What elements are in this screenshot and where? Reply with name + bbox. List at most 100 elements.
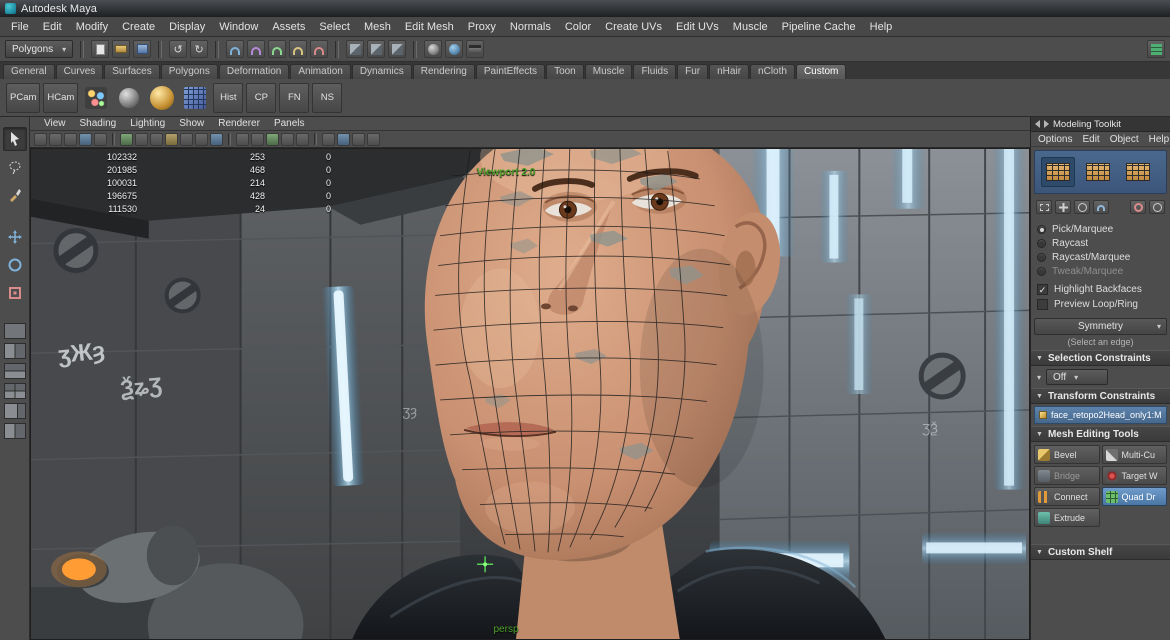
- lasso-select-icon[interactable]: [1074, 200, 1090, 214]
- shelf-tab-rendering[interactable]: Rendering: [413, 64, 475, 79]
- menu-display[interactable]: Display: [162, 19, 212, 35]
- snap-plane-icon[interactable]: [289, 40, 307, 58]
- snap-to-grid-icon[interactable]: [34, 133, 47, 146]
- rotate-tool-icon[interactable]: [3, 253, 27, 277]
- snap-curve-icon[interactable]: [247, 40, 265, 58]
- active-mesh-field[interactable]: face_retopo2Head_only1:M: [1034, 406, 1167, 424]
- shelf-tab-polygons[interactable]: Polygons: [161, 64, 218, 79]
- shelf-tab-painteffects[interactable]: PaintEffects: [476, 64, 545, 79]
- symmetry-dropdown[interactable]: Symmetry ▾: [1034, 318, 1167, 335]
- snap-to-points-icon[interactable]: [64, 133, 77, 146]
- layout-single-pane-icon[interactable]: [4, 323, 26, 339]
- lasso-tool-icon[interactable]: [3, 155, 27, 179]
- shelf-tab-deformation[interactable]: Deformation: [219, 64, 289, 79]
- dock-right-icon[interactable]: [1044, 120, 1049, 128]
- menu-assets[interactable]: Assets: [265, 19, 312, 35]
- target-weld-mode-icon[interactable]: [1130, 200, 1146, 214]
- shelf-button-fn[interactable]: FN: [279, 83, 309, 113]
- redo-icon[interactable]: ↻: [190, 40, 208, 58]
- quad-draw-button[interactable]: Quad Dr: [1102, 487, 1168, 506]
- isolate-select-icon[interactable]: [236, 133, 249, 146]
- connect-button[interactable]: Connect: [1034, 487, 1100, 506]
- xray-icon[interactable]: [251, 133, 264, 146]
- new-scene-icon[interactable]: [91, 40, 109, 58]
- menu-help[interactable]: Help: [863, 19, 900, 35]
- layout-split-pane-icon[interactable]: [4, 403, 26, 419]
- shelf-button-cp[interactable]: CP: [246, 83, 276, 113]
- menu-mesh[interactable]: Mesh: [357, 19, 398, 35]
- shelf-tab-surfaces[interactable]: Surfaces: [104, 64, 159, 79]
- shelf-button-ns[interactable]: NS: [312, 83, 342, 113]
- menu-modify[interactable]: Modify: [69, 19, 115, 35]
- render-icon[interactable]: [424, 40, 442, 58]
- section-selection-constraints[interactable]: ▼ Selection Constraints: [1031, 350, 1170, 366]
- checkbox-preview-loop-ring[interactable]: Preview Loop/Ring: [1037, 297, 1164, 312]
- sidebar-toggle-icon[interactable]: [1147, 40, 1165, 58]
- section-transform-constraints[interactable]: ▼ Transform Constraints: [1031, 388, 1170, 404]
- shelf-tab-animation[interactable]: Animation: [290, 64, 350, 79]
- menu-normals[interactable]: Normals: [503, 19, 558, 35]
- selection-constraint-select[interactable]: Off ▾: [1046, 369, 1108, 385]
- layout-four-pane-icon[interactable]: [4, 383, 26, 399]
- marquee-select-icon[interactable]: [1036, 200, 1052, 214]
- section-mesh-editing-tools[interactable]: ▼ Mesh Editing Tools: [1031, 426, 1170, 442]
- shelf-tab-curves[interactable]: Curves: [56, 64, 104, 79]
- menu-pipeline-cache[interactable]: Pipeline Cache: [775, 19, 863, 35]
- bridge-button[interactable]: Bridge: [1034, 466, 1100, 485]
- radio-raycast[interactable]: Raycast: [1037, 236, 1164, 250]
- shelf-tab-nhair[interactable]: nHair: [709, 64, 749, 79]
- image-plane-icon[interactable]: [120, 133, 133, 146]
- output-connections-icon[interactable]: [367, 40, 385, 58]
- field-chart-icon[interactable]: [352, 133, 365, 146]
- grease-pencil-icon[interactable]: [150, 133, 163, 146]
- layout-two-pane-icon[interactable]: [4, 343, 26, 359]
- shelf-tab-custom[interactable]: Custom: [796, 64, 846, 79]
- drag-select-icon[interactable]: [1055, 200, 1071, 214]
- two-d-pan-icon[interactable]: [135, 133, 148, 146]
- shelf-particles-icon[interactable]: [81, 83, 111, 113]
- snap-magnet-icon[interactable]: [1093, 200, 1109, 214]
- textured-mode-icon[interactable]: [195, 133, 208, 146]
- scale-tool-icon[interactable]: [3, 281, 27, 305]
- shelf-uv-grid-icon[interactable]: [180, 83, 210, 113]
- bevel-button[interactable]: Bevel: [1034, 445, 1100, 464]
- menu-window[interactable]: Window: [212, 19, 265, 35]
- shelf-tab-ncloth[interactable]: nCloth: [750, 64, 795, 79]
- layout-persp-outliner-icon[interactable]: [4, 423, 26, 439]
- menu-proxy[interactable]: Proxy: [461, 19, 503, 35]
- tk-menu-options[interactable]: Options: [1033, 134, 1077, 145]
- shelf-button-hcam[interactable]: HCam: [43, 83, 78, 113]
- extrude-button[interactable]: Extrude: [1034, 508, 1100, 527]
- multi-cut-button[interactable]: Multi-Cu: [1102, 445, 1168, 464]
- radio-raycast-marquee[interactable]: Raycast/Marquee: [1037, 250, 1164, 264]
- edge-mode-icon[interactable]: [1121, 157, 1155, 187]
- gamma-icon[interactable]: [296, 133, 309, 146]
- film-gate-icon[interactable]: [337, 133, 350, 146]
- vertex-mode-icon[interactable]: [1081, 157, 1115, 187]
- checkbox-highlight-backfaces[interactable]: ✓Highlight Backfaces: [1037, 282, 1164, 297]
- menu-color[interactable]: Color: [558, 19, 598, 35]
- shelf-gold-sphere-icon[interactable]: [147, 83, 177, 113]
- save-scene-icon[interactable]: [133, 40, 151, 58]
- snap-grid-icon[interactable]: [226, 40, 244, 58]
- section-custom-shelf[interactable]: ▼ Custom Shelf: [1031, 544, 1170, 560]
- vp-menu-show[interactable]: Show: [173, 118, 210, 129]
- dock-left-icon[interactable]: [1035, 120, 1040, 128]
- radio-pick-marquee[interactable]: Pick/Marquee: [1037, 222, 1164, 236]
- vp-menu-shading[interactable]: Shading: [74, 118, 123, 129]
- select-tool-icon[interactable]: [3, 127, 27, 151]
- menu-select[interactable]: Select: [312, 19, 357, 35]
- lighting-mode-icon[interactable]: [210, 133, 223, 146]
- safe-action-icon[interactable]: [367, 133, 380, 146]
- tk-menu-object[interactable]: Object: [1105, 134, 1144, 145]
- viewport-3d-scene[interactable]: ʒЖȝ ѮʑƷ ʒȝ ƷѮ: [31, 149, 1029, 639]
- menu-edit-mesh[interactable]: Edit Mesh: [398, 19, 461, 35]
- shelf-button-hist[interactable]: Hist: [213, 83, 243, 113]
- xray-joints-icon[interactable]: [266, 133, 279, 146]
- layout-stacked-pane-icon[interactable]: [4, 363, 26, 379]
- tk-menu-help[interactable]: Help: [1144, 134, 1170, 145]
- menu-create[interactable]: Create: [115, 19, 162, 35]
- vp-menu-renderer[interactable]: Renderer: [212, 118, 266, 129]
- ipr-render-icon[interactable]: [445, 40, 463, 58]
- menu-edit[interactable]: Edit: [36, 19, 69, 35]
